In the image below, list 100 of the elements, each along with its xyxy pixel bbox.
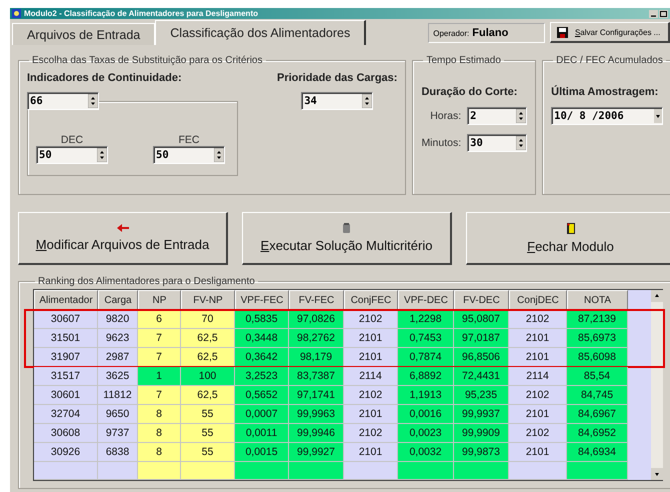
table-cell: 87,2139	[567, 310, 628, 329]
table-cell: 8	[138, 443, 181, 462]
door-icon	[566, 222, 574, 234]
column-header[interactable]: NP	[138, 290, 181, 310]
spinner-icon[interactable]	[97, 148, 107, 162]
field-label: Duração do Corte:	[421, 86, 518, 98]
group-title: Escolha das Taxas de Substituição para os Critérios	[31, 55, 264, 66]
column-header[interactable]: Alimentador	[34, 290, 98, 310]
table-cell: 83,7387	[289, 367, 344, 386]
table-cell: 7	[138, 386, 181, 405]
table-cell: 2102	[344, 424, 398, 443]
table-cell: 55	[181, 424, 235, 443]
table-cell: 0,0011	[235, 424, 289, 443]
table-cell: 31501	[34, 329, 98, 348]
table-cell: 62,5	[181, 329, 235, 348]
table-cell: 0,0023	[398, 424, 454, 443]
table-cell: 6	[138, 310, 181, 329]
table-cell: 8	[138, 424, 181, 443]
table-cell: 6,8892	[398, 367, 454, 386]
table-cell: 1	[138, 367, 181, 386]
spin-field[interactable]: 34	[301, 92, 374, 110]
spin-field[interactable]: 30	[467, 134, 528, 152]
table-cell	[181, 462, 235, 480]
spin-field[interactable]: 2	[467, 107, 528, 125]
table-cell: 30926	[34, 443, 98, 462]
date-dropdown[interactable]: 10/ 8 /2006	[551, 107, 664, 125]
table-cell: 32704	[34, 405, 98, 424]
table-cell: 2102	[509, 386, 567, 405]
table-cell	[454, 462, 509, 480]
action-button[interactable]: Fechar Modulo	[466, 212, 670, 265]
column-header[interactable]: ConjFEC	[344, 290, 398, 310]
table-cell: 84,6934	[567, 443, 628, 462]
save-button[interactable]: Salvar Configurações ...	[550, 22, 670, 43]
spinner-icon[interactable]	[516, 109, 526, 123]
table-cell	[398, 462, 454, 480]
table-cell: 0,5652	[235, 386, 289, 405]
tab[interactable]: Classificação dos Alimentadores	[155, 20, 366, 45]
table-cell: 9737	[98, 424, 138, 443]
table-cell: 6838	[98, 443, 138, 462]
table-cell: 30608	[34, 424, 98, 443]
group-title: Ranking dos Alimentadores para o Desligamento	[37, 276, 256, 287]
column-header[interactable]: VPF-FEC	[235, 290, 289, 310]
spinner-icon[interactable]	[362, 94, 372, 108]
group-title: DEC / FEC Acumulados	[555, 55, 664, 66]
table-cell: 84,6952	[567, 424, 628, 443]
table-cell	[289, 462, 344, 480]
column-header[interactable]: Carga	[98, 290, 138, 310]
cylinder-icon	[343, 223, 350, 233]
column-header[interactable]: VPF-DEC	[398, 290, 454, 310]
table-cell: 85,6973	[567, 329, 628, 348]
table-cell: 55	[181, 405, 235, 424]
spinner-icon[interactable]	[88, 94, 98, 108]
table-cell	[138, 462, 181, 480]
caret-icon[interactable]	[654, 109, 662, 123]
table-cell: 8	[138, 405, 181, 424]
table-cell: 100	[181, 367, 235, 386]
spin-field[interactable]: 50	[36, 146, 108, 164]
scroll-up-icon[interactable]	[651, 290, 663, 302]
field-label: Última Amostragem:	[551, 86, 660, 98]
column-header[interactable]: ConjDEC	[509, 290, 567, 310]
table-cell: 7	[138, 329, 181, 348]
table-cell: 95,0807	[454, 310, 509, 329]
table-cell: 11812	[98, 386, 138, 405]
table-cell: 2101	[344, 443, 398, 462]
field-label: Indicadores de Continuidade:	[27, 72, 183, 84]
table-cell: 2101	[509, 329, 567, 348]
table-cell: 84,745	[567, 386, 628, 405]
table-cell: 2101	[344, 329, 398, 348]
action-button[interactable]: Executar Solução Multicritério	[242, 212, 452, 265]
table-cell: 70	[181, 310, 235, 329]
table-cell	[235, 462, 289, 480]
spinner-icon[interactable]	[214, 148, 224, 162]
action-button[interactable]: Modificar Arquivos de Entrada	[18, 212, 228, 265]
table-cell: 2101	[344, 405, 398, 424]
table-cell: 2102	[344, 386, 398, 405]
spin-field[interactable]: 50	[153, 146, 225, 164]
spin-field[interactable]: 66	[27, 92, 99, 110]
column-header[interactable]: NOTA	[567, 290, 628, 310]
column-header[interactable]: FV-NP	[181, 290, 235, 310]
maximize-icon[interactable]	[659, 10, 668, 18]
scrollbar[interactable]	[651, 290, 663, 480]
spinner-icon[interactable]	[516, 136, 526, 150]
operator-name: Fulano	[472, 27, 508, 39]
tab[interactable]: Arquivos de Entrada	[12, 23, 156, 45]
table-cell: 3,2523	[235, 367, 289, 386]
field-label: Minutos:	[421, 137, 462, 149]
table-cell: 0,5835	[235, 310, 289, 329]
minimize-icon[interactable]	[649, 10, 658, 18]
table-cell: 99,9963	[289, 405, 344, 424]
table-cell: 0,0015	[235, 443, 289, 462]
column-header[interactable]: FV-FEC	[289, 290, 344, 310]
table-cell: 2102	[509, 310, 567, 329]
table-cell: 95,235	[454, 386, 509, 405]
table-cell: 0,0032	[398, 443, 454, 462]
scroll-down-icon[interactable]	[651, 468, 663, 480]
table-cell: 0,0007	[235, 405, 289, 424]
table-cell: 62,5	[181, 348, 235, 367]
table-cell	[567, 462, 628, 480]
column-header[interactable]: FV-DEC	[454, 290, 509, 310]
group-title: Tempo Estimado	[425, 55, 502, 66]
